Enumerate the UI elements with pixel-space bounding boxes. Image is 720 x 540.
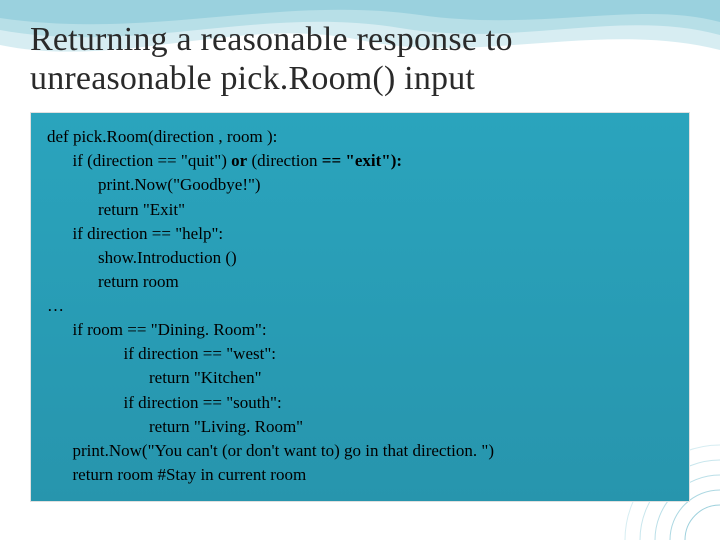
slide-content: Returning a reasonable response to unrea… (0, 0, 720, 540)
code-keyword-or: or (231, 151, 247, 170)
code-line: def pick.Room(direction , room ): (47, 127, 277, 146)
code-line: (direction (247, 151, 322, 170)
code-line: == "exit"): (322, 151, 402, 170)
code-line: show.Introduction () (47, 248, 237, 267)
code-line: return room (47, 272, 179, 291)
code-line: if direction == "help": (47, 224, 223, 243)
code-line: return "Kitchen" (47, 368, 262, 387)
code-line: print.Now("Goodbye!") (47, 175, 261, 194)
code-block: def pick.Room(direction , room ): if (di… (30, 112, 690, 502)
code-line: if direction == "south": (47, 393, 282, 412)
code-line: return room #Stay in current room (47, 465, 306, 484)
code-line: … (47, 296, 64, 315)
code-line: print.Now("You can't (or don't want to) … (47, 441, 494, 460)
code-line: if room == "Dining. Room": (47, 320, 267, 339)
slide-title: Returning a reasonable response to unrea… (30, 20, 690, 98)
code-line: return "Exit" (47, 200, 185, 219)
code-line: return "Living. Room" (47, 417, 303, 436)
code-line: if direction == "west": (47, 344, 276, 363)
code-line: if (direction == "quit") (47, 151, 231, 170)
